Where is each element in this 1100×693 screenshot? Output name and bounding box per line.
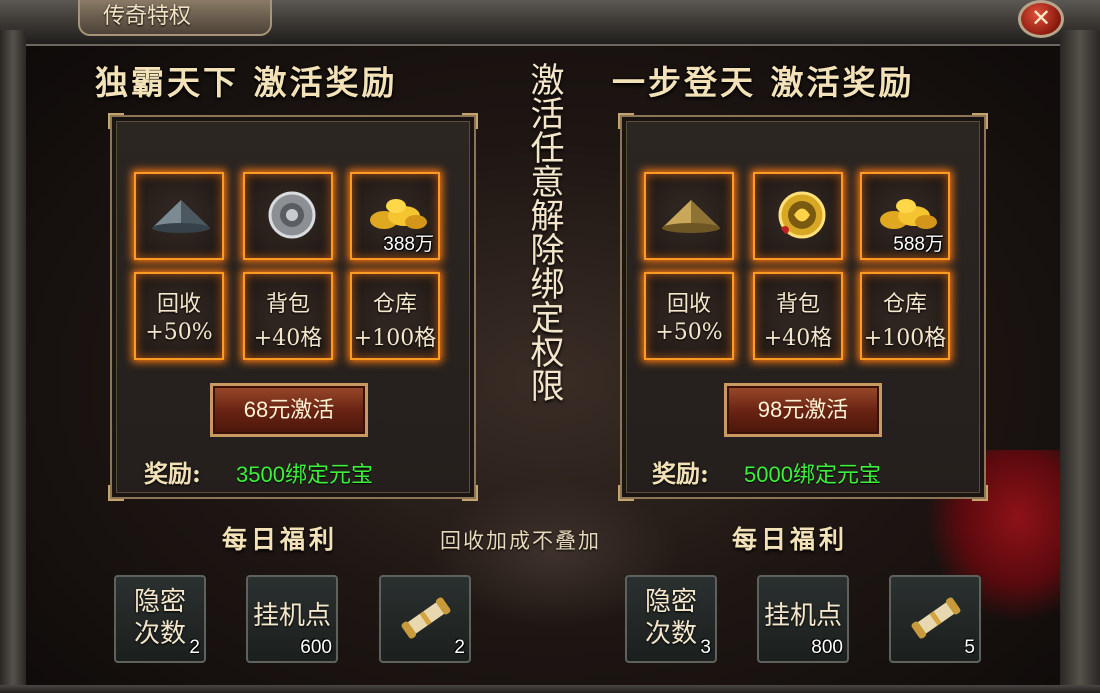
benefit-name: 背包 xyxy=(265,292,310,317)
frame-right xyxy=(1060,30,1100,693)
close-button[interactable]: ✕ xyxy=(1018,0,1064,38)
reward-label: 奖励: xyxy=(652,459,709,488)
close-icon: ✕ xyxy=(1030,4,1052,32)
benefit-value: +100格 xyxy=(863,326,947,351)
scroll-icon xyxy=(401,597,451,639)
recycle-bonus-note: 回收加成不叠加 xyxy=(440,529,601,553)
right-package-heading: 一步登天 激活奖励 xyxy=(612,63,915,102)
left-package-heading: 独霸天下 激活奖励 xyxy=(95,63,398,102)
bamboo-hat-icon xyxy=(152,200,210,233)
reward-value: 5000绑定元宝 xyxy=(744,462,881,487)
privilege-window: 传奇特权 ✕ 独霸天下 激活奖励 一步登天 激活奖励 激活任意解除绑定权限 38… xyxy=(0,0,1100,693)
benefit-name: 回收 xyxy=(666,292,711,317)
benefit-value: +40格 xyxy=(763,326,833,351)
right-package-panel: 588万 回收 +50% 背包 +40格 仓库 +100格 98元激活 奖励: … xyxy=(618,113,988,501)
benefit-value: +50% xyxy=(145,320,213,345)
gold-quantity: 388万 xyxy=(383,234,434,255)
activate-68-button[interactable]: 68元激活 xyxy=(210,383,368,437)
daily-label-line1: 隐密 xyxy=(133,587,186,617)
left-package-panel: 388万 回收 +50% 背包 +40格 仓库 +100格 68元激活 奖励: … xyxy=(108,113,478,501)
gold-coins-icon xyxy=(370,199,427,229)
daily-scroll[interactable]: 5 xyxy=(889,575,981,663)
window-title: 传奇特权 xyxy=(103,4,192,29)
item-slot-gold[interactable]: 588万 xyxy=(860,172,950,260)
frame-left xyxy=(0,30,26,693)
golden-hat-icon xyxy=(662,200,720,233)
scroll-icon xyxy=(911,597,961,639)
daily-quantity: 800 xyxy=(811,637,843,658)
frame-bottom xyxy=(0,685,1100,693)
item-slot-medallion[interactable] xyxy=(753,172,843,260)
gold-quantity: 588万 xyxy=(893,234,944,255)
daily-label-line1: 隐密 xyxy=(644,587,697,617)
benefit-recycle: 回收 +50% xyxy=(644,272,734,360)
benefit-name: 回收 xyxy=(156,292,201,317)
daily-quantity: 2 xyxy=(189,637,200,658)
daily-quantity: 2 xyxy=(454,637,465,658)
daily-afk-points[interactable]: 挂机点 600 xyxy=(246,575,338,663)
daily-quantity: 600 xyxy=(300,637,332,658)
daily-quantity: 3 xyxy=(700,637,711,658)
amulet-icon xyxy=(268,191,316,239)
daily-hidden-count[interactable]: 隐密 次数 3 xyxy=(625,575,717,663)
benefit-name: 仓库 xyxy=(372,292,417,317)
unbind-permission-text: 激活任意解除绑定权限 xyxy=(524,62,564,402)
gold-coins-icon xyxy=(880,199,937,229)
daily-label: 挂机点 xyxy=(252,601,331,631)
activate-98-button[interactable]: 98元激活 xyxy=(724,383,882,437)
item-slot-amulet[interactable] xyxy=(243,172,333,260)
reward-value: 3500绑定元宝 xyxy=(236,462,373,487)
benefit-name: 仓库 xyxy=(882,292,927,317)
daily-afk-points[interactable]: 挂机点 800 xyxy=(757,575,849,663)
left-daily-title: 每日福利 xyxy=(222,525,339,554)
item-slot-hat[interactable] xyxy=(644,172,734,260)
daily-hidden-count[interactable]: 隐密 次数 2 xyxy=(114,575,206,663)
benefit-value: +50% xyxy=(655,320,723,345)
benefit-bag: 背包 +40格 xyxy=(243,272,333,360)
benefit-name: 背包 xyxy=(775,292,820,317)
reward-label: 奖励: xyxy=(144,459,201,488)
benefit-warehouse: 仓库 +100格 xyxy=(350,272,440,360)
benefit-warehouse: 仓库 +100格 xyxy=(860,272,950,360)
benefit-value: +40格 xyxy=(253,326,323,351)
benefit-value: +100格 xyxy=(353,326,437,351)
right-daily-title: 每日福利 xyxy=(732,525,849,554)
item-slot-hat[interactable] xyxy=(134,172,224,260)
benefit-bag: 背包 +40格 xyxy=(753,272,843,360)
benefit-recycle: 回收 +50% xyxy=(134,272,224,360)
daily-quantity: 5 xyxy=(964,637,975,658)
dragon-medallion-icon xyxy=(778,191,826,239)
item-slot-gold[interactable]: 388万 xyxy=(350,172,440,260)
daily-scroll[interactable]: 2 xyxy=(379,575,471,663)
daily-label: 挂机点 xyxy=(763,601,842,631)
